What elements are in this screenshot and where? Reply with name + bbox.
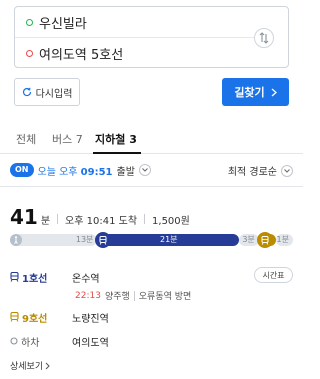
boarding-station: 온수역 [72, 273, 100, 285]
line9-label: 9호선 [22, 313, 48, 325]
detail-view-label: 상세보기 [10, 362, 44, 372]
platform-direction: 오류동역 방면 [138, 292, 192, 302]
reset-button[interactable]: 다시입력 [14, 78, 80, 106]
tab-bus[interactable]: 버스 7 [52, 131, 83, 147]
fare: 1,500원 [152, 216, 190, 227]
summary-divider [144, 214, 146, 224]
timeline-segment-label: 1분 [276, 235, 289, 244]
route-summary: 41 분 오후 10:41 도착 1,500원 [10, 205, 190, 229]
departure-day: 오늘 오후 [37, 166, 78, 178]
route-timeline-bar: 13분21분3분2분1분 [10, 232, 293, 248]
transfer-station: 노량진역 [72, 313, 109, 325]
search-route-button[interactable]: 길찾기 [222, 78, 289, 106]
departure-time-selector[interactable]: ON 오늘 오후 09:51 출발 [10, 162, 151, 178]
walk-icon [10, 234, 22, 246]
timeline-segment-label: 13분 [75, 235, 94, 244]
sort-selector[interactable]: 최적 경로순 [228, 163, 293, 178]
start-location: 우신빌라 [39, 16, 87, 32]
departure-suffix: 출발 [116, 166, 135, 178]
info-divider [133, 290, 135, 301]
route-input-box: 우신빌라 여의도역 5호선 [14, 6, 289, 68]
timetable-button[interactable]: 시간표 [254, 267, 293, 283]
line1-label: 1호선 [22, 273, 48, 285]
alight-label: 하차 [21, 337, 40, 349]
next-train-time: 22:13 [75, 290, 101, 301]
search-route-label: 길찾기 [234, 86, 265, 99]
departure-clock: 09:51 [80, 166, 113, 178]
detail-view-link[interactable]: 상세보기 [10, 359, 50, 372]
end-dot-icon [26, 49, 33, 57]
refresh-icon [22, 87, 31, 97]
departure-dropdown[interactable] [138, 164, 151, 176]
alight-dot-icon [10, 337, 18, 345]
swap-icon [259, 32, 269, 44]
active-tab-indicator [93, 152, 141, 154]
chevron-right-icon [271, 88, 277, 96]
tab-subway[interactable]: 지하철 3 [95, 131, 137, 147]
chevron-right-icon [45, 362, 50, 369]
timeline-segment-label: 3분 [242, 235, 255, 244]
tab-all[interactable]: 전체 [16, 131, 36, 147]
step-transfer: 9호선 노량진역 [10, 309, 109, 325]
summary-divider [57, 214, 59, 224]
step-boarding: 1호선 온수역 [10, 269, 100, 285]
subway-icon [10, 272, 19, 282]
route-result[interactable]: 41 분 오후 10:41 도착 1,500원 13분21분3분2분1분 1호선… [0, 186, 303, 379]
departure-when: 오늘 오후 09:51 [38, 163, 113, 178]
on-badge: ON [10, 163, 34, 177]
start-dot-icon [26, 18, 33, 26]
end-field[interactable]: 여의도역 5호선 [15, 38, 245, 68]
destination-station: 여의도역 [72, 337, 109, 349]
reset-button-label: 다시입력 [35, 88, 73, 100]
alight-tag: 하차 [10, 334, 72, 349]
line9-tag: 9호선 [10, 310, 72, 325]
timeline-segment-label: 21분 [160, 235, 178, 244]
train-direction: 양주행 [104, 292, 130, 302]
line1-tag: 1호선 [10, 270, 72, 285]
arrival-time: 오후 10:41 도착 [65, 216, 138, 227]
transport-tabs: 전체 버스 7 지하철 3 [0, 124, 303, 154]
subway-icon [256, 232, 273, 248]
next-train-info: 22:13 양주행 오류동역 방면 [75, 289, 191, 302]
end-location: 여의도역 5호선 [39, 47, 124, 63]
sort-dropdown[interactable] [281, 164, 293, 177]
start-field[interactable]: 우신빌라 [15, 7, 245, 37]
chevron-down-icon [284, 168, 290, 173]
step-alight: 하차 여의도역 [10, 333, 109, 349]
minutes-unit: 분 [40, 216, 51, 227]
sort-label: 최적 경로순 [227, 167, 277, 178]
total-minutes: 41 [10, 205, 38, 229]
chevron-down-icon [142, 168, 148, 172]
swap-button[interactable] [254, 28, 274, 48]
subway-icon [10, 312, 19, 322]
